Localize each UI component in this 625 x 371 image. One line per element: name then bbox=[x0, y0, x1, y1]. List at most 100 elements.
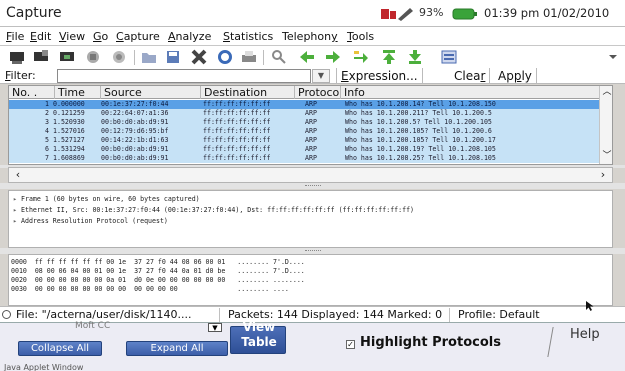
highlight-protocols-checkbox[interactable]: ✓ bbox=[346, 340, 355, 349]
table-row[interactable]: 3 1.520930 00:b0:d0:ab:d9:91 ff:ff:ff:ff… bbox=[9, 118, 599, 127]
packet-list-pane-icon[interactable] bbox=[440, 48, 458, 66]
network-tray-icon[interactable] bbox=[380, 6, 414, 22]
restart-capture-icon[interactable] bbox=[110, 48, 128, 66]
go-back-icon[interactable] bbox=[298, 48, 316, 66]
menu-telephony-mnemonic: y bbox=[331, 30, 338, 43]
save-file-icon[interactable] bbox=[164, 48, 182, 66]
cell-no: 6 bbox=[45, 145, 49, 153]
cell-no: 1 bbox=[45, 100, 49, 108]
expand-all-button[interactable]: Expand All bbox=[126, 341, 228, 356]
cell-protocol: ARP bbox=[305, 136, 317, 144]
toolbar-overflow-icon[interactable] bbox=[604, 48, 622, 66]
scroll-left-icon[interactable]: ‹ bbox=[11, 169, 25, 181]
cell-destination: ff:ff:ff:ff:ff:ff bbox=[203, 154, 271, 162]
cell-protocol: ARP bbox=[305, 145, 317, 153]
column-header-protocol[interactable]: Protocol bbox=[295, 86, 341, 99]
menu-statistics[interactable]: Statistics bbox=[223, 30, 273, 43]
table-row[interactable]: 2 0.121259 00:22:64:07:a1:36 ff:ff:ff:ff… bbox=[9, 109, 599, 118]
expert-info-icon[interactable] bbox=[2, 310, 11, 319]
print-icon[interactable] bbox=[240, 48, 258, 66]
chevron-down-icon: ▼ bbox=[212, 324, 218, 332]
table-row[interactable]: 5 1.527127 00:14:22:1b:d1:63 ff:ff:ff:ff… bbox=[9, 136, 599, 145]
expand-arrow-icon[interactable]: ▸ bbox=[9, 194, 21, 204]
go-last-icon[interactable] bbox=[406, 48, 424, 66]
cell-destination: ff:ff:ff:ff:ff:ff bbox=[203, 100, 271, 108]
collapse-all-button[interactable]: Collapse All bbox=[18, 341, 102, 356]
cell-time: 1.531294 bbox=[53, 145, 85, 153]
column-header-no[interactable]: No. . bbox=[9, 86, 55, 99]
menu-telephony[interactable]: Telephony bbox=[282, 30, 338, 43]
combo-dropdown-button[interactable]: ▼ bbox=[208, 323, 222, 332]
scroll-up-icon[interactable]: ︿ bbox=[601, 86, 612, 98]
menu-go[interactable]: Go bbox=[93, 30, 108, 43]
column-header-source[interactable]: Source bbox=[101, 86, 201, 99]
cell-time: 1.527016 bbox=[53, 127, 85, 135]
menu-edit[interactable]: Edit bbox=[30, 30, 51, 43]
close-file-icon[interactable] bbox=[190, 48, 208, 66]
filter-dropdown-button[interactable]: ▼ bbox=[312, 69, 330, 83]
clear-button[interactable]: Clear bbox=[450, 68, 491, 84]
interfaces-icon[interactable] bbox=[8, 48, 26, 66]
cell-source: 00:b0:d0:ab:d9:91 bbox=[101, 145, 169, 153]
menu-bar: File Edit View Go Capture Analyze Statis… bbox=[0, 27, 625, 46]
expression-button[interactable]: Expression... bbox=[336, 68, 423, 84]
stop-capture-icon[interactable] bbox=[84, 48, 102, 66]
column-header-destination[interactable]: Destination bbox=[201, 86, 295, 99]
cell-info: Who has 10.1.200.105? Tell 10.1.200.17 bbox=[345, 136, 496, 144]
go-to-packet-icon[interactable] bbox=[352, 48, 370, 66]
detail-row-ethernet[interactable]: ▸ Ethernet II, Src: 00:1e:37:27:f0:44 (00… bbox=[9, 205, 609, 215]
cell-protocol: ARP bbox=[305, 154, 317, 162]
filter-bar: Filter: ▼ Expression... Clear Apply bbox=[0, 68, 625, 84]
clear-label: Clea bbox=[454, 69, 481, 83]
menu-capture-mnemonic: C bbox=[116, 30, 124, 43]
find-packet-icon[interactable] bbox=[270, 48, 288, 66]
detail-row-frame[interactable]: ▸ Frame 1 (60 bytes on wire, 60 bytes cap… bbox=[9, 194, 609, 204]
expression-label: xpression... bbox=[348, 69, 418, 83]
start-capture-icon[interactable] bbox=[58, 48, 76, 66]
capture-options-icon[interactable] bbox=[32, 48, 50, 66]
open-file-icon[interactable] bbox=[140, 48, 158, 66]
table-row[interactable]: 1 0.000000 00:1e:37:27:f0:44 ff:ff:ff:ff… bbox=[9, 100, 599, 109]
help-tab[interactable]: Help bbox=[570, 327, 600, 342]
cell-no: 5 bbox=[45, 136, 49, 144]
apply-button[interactable]: Apply bbox=[494, 68, 537, 84]
menu-file[interactable]: File bbox=[6, 30, 24, 43]
column-header-info[interactable]: Info bbox=[341, 86, 599, 99]
expand-arrow-icon[interactable]: ▸ bbox=[9, 205, 21, 215]
detail-text: Frame 1 (60 bytes on wire, 60 bytes capt… bbox=[21, 195, 200, 203]
menu-view[interactable]: View bbox=[59, 30, 85, 43]
menu-statistics-mnemonic: S bbox=[223, 30, 230, 43]
detail-text: Ethernet II, Src: 00:1e:37:27:f0:44 (00:… bbox=[21, 206, 415, 214]
expand-arrow-icon[interactable]: ▸ bbox=[9, 216, 21, 226]
cell-info: Who has 10.1.208.19? Tell 10.1.208.105 bbox=[345, 145, 496, 153]
scroll-down-icon[interactable]: ﹀ bbox=[601, 150, 612, 162]
cell-time: 0.000000 bbox=[53, 100, 85, 108]
table-row[interactable]: 7 1.608869 00:b0:d0:ab:d9:91 ff:ff:ff:ff… bbox=[9, 154, 599, 163]
packet-bytes: 0000 ff ff ff ff ff ff 00 1e 37 27 f0 44… bbox=[8, 254, 613, 306]
highlight-protocols-label[interactable]: Highlight Protocols bbox=[360, 335, 501, 350]
scroll-right-icon[interactable]: › bbox=[596, 169, 610, 181]
filter-input[interactable] bbox=[57, 69, 311, 83]
status-profile[interactable]: Profile: Default bbox=[454, 308, 574, 322]
menu-tools[interactable]: Tools bbox=[347, 30, 374, 43]
menu-analyze[interactable]: Analyze bbox=[168, 30, 211, 43]
menu-capture[interactable]: Capture bbox=[116, 30, 160, 43]
packet-list-vertical-scrollbar[interactable]: ︿ ﹀ bbox=[599, 86, 612, 164]
menu-edit-mnemonic: E bbox=[30, 30, 37, 43]
table-row[interactable]: 4 1.527016 00:12:79:d6:95:bf ff:ff:ff:ff… bbox=[9, 127, 599, 136]
splitter-grip bbox=[305, 185, 321, 187]
go-forward-icon[interactable] bbox=[324, 48, 342, 66]
packet-list-horizontal-scrollbar[interactable]: ‹ › bbox=[8, 167, 613, 183]
menu-view-label: iew bbox=[66, 30, 86, 43]
column-header-time[interactable]: Time bbox=[55, 86, 101, 99]
detail-row-arp[interactable]: ▸ Address Resolution Protocol (request) bbox=[9, 216, 609, 226]
pane-splitter[interactable] bbox=[0, 183, 625, 189]
toolbar-separator bbox=[263, 50, 264, 65]
applet-panel: Moft CC ▼ Collapse All Expand All View T… bbox=[0, 321, 625, 371]
view-table-button[interactable]: View Table bbox=[230, 321, 286, 354]
table-row[interactable]: 6 1.531294 00:b0:d0:ab:d9:91 ff:ff:ff:ff… bbox=[9, 145, 599, 154]
reload-icon[interactable] bbox=[216, 48, 234, 66]
chevron-down-icon: ▼ bbox=[317, 71, 325, 80]
go-first-icon[interactable] bbox=[380, 48, 398, 66]
cell-info: Who has 10.1.200.105? Tell 10.1.200.6 bbox=[345, 127, 492, 135]
